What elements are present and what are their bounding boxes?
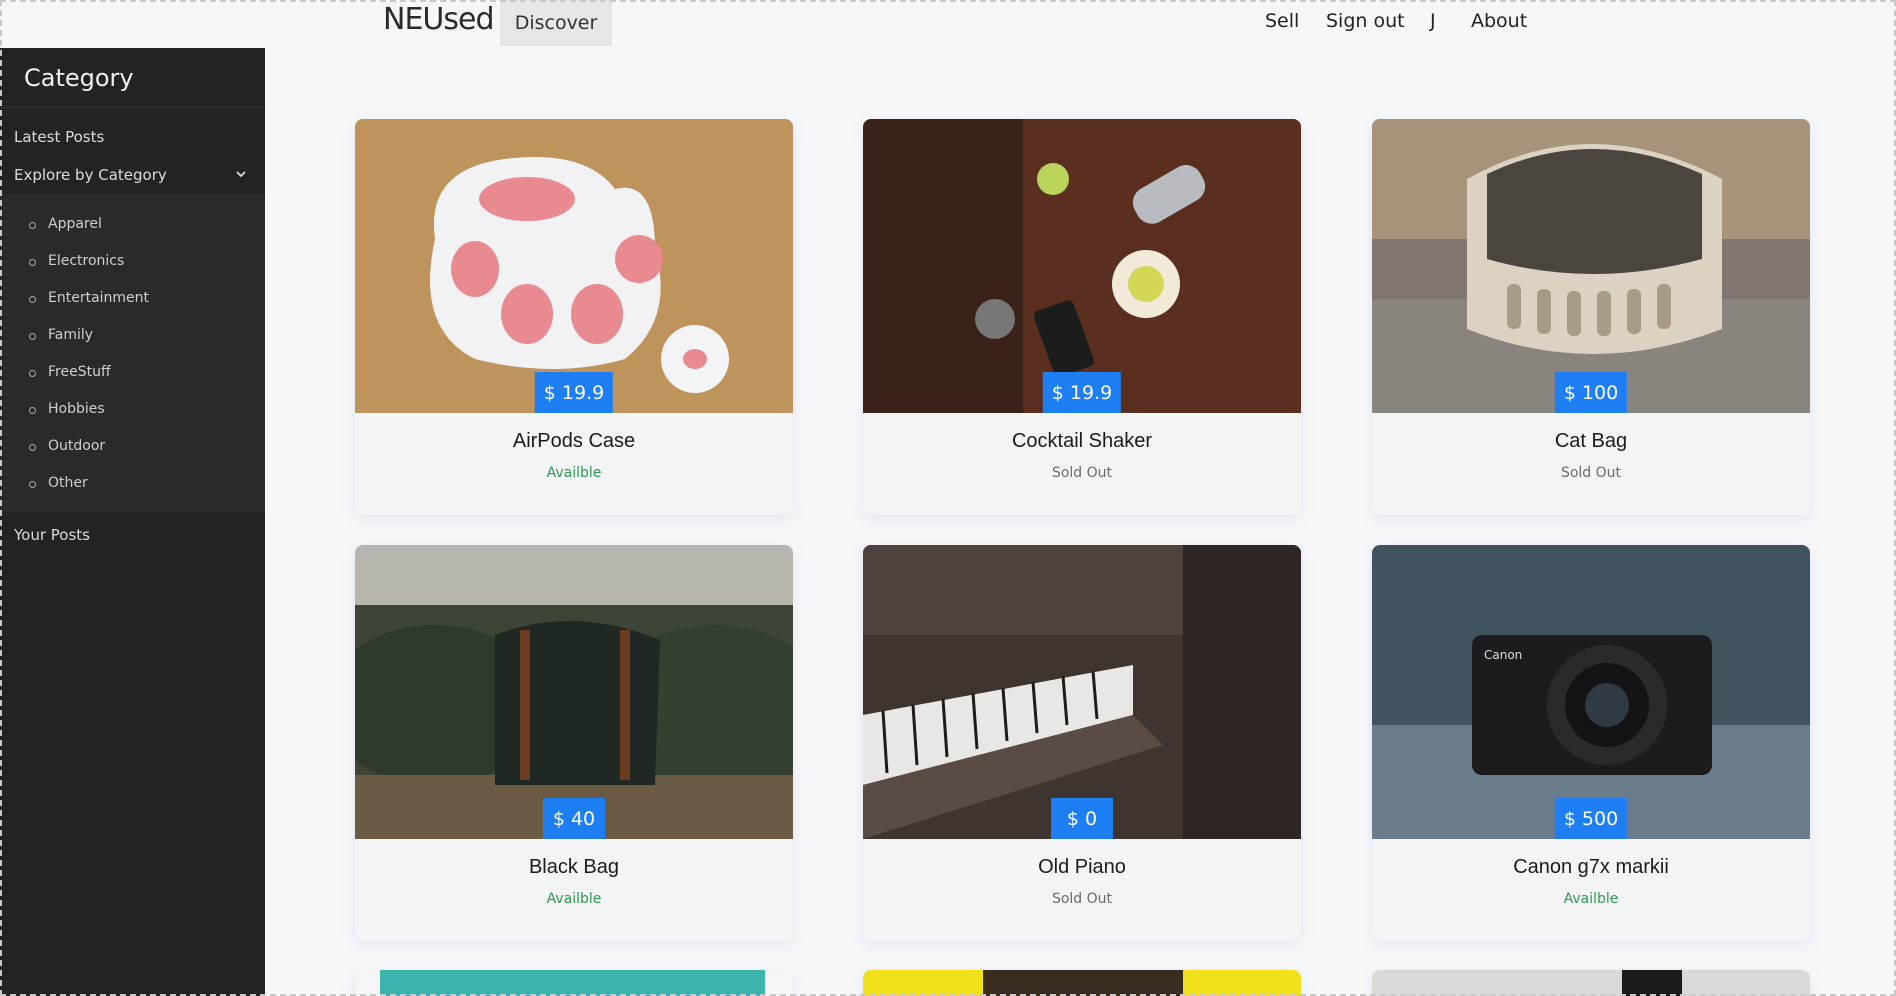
sidebar-item-latest-posts[interactable]: Latest Posts [0, 118, 265, 156]
sidebar-item-entertainment[interactable]: Entertainment [0, 280, 265, 317]
product-status: Availble [546, 465, 602, 481]
dollar-icon: $ [1066, 807, 1079, 830]
dollar-icon: $ [552, 807, 565, 830]
product-status: Sold Out [1051, 465, 1113, 481]
product-image[interactable] [355, 119, 793, 413]
product-title[interactable]: AirPods Case [355, 430, 793, 453]
price-value: 500 [1581, 807, 1619, 830]
top-navbar: NEUsed Discover Sell Sign out J About [0, 0, 1896, 48]
nav-user[interactable]: J [1430, 10, 1436, 36]
sidebar-item-explore[interactable]: Explore by Category [0, 156, 265, 194]
price-value: 40 [570, 807, 596, 830]
product-image[interactable]: Canon [1372, 545, 1810, 839]
sidebar-title: Category [0, 48, 265, 108]
category-sidebar: Category Latest Posts Explore by Categor… [0, 48, 265, 996]
dollar-icon: $ [1563, 381, 1576, 404]
price-badge: $ 19.9 [1042, 372, 1122, 413]
price-badge: $ 500 [1554, 798, 1628, 839]
product-status: Sold Out [1051, 891, 1113, 907]
sidebar-item-electronics[interactable]: Electronics [0, 243, 265, 280]
product-card[interactable]: $ 100 Cat Bag Sold Out [1372, 119, 1810, 515]
sidebar-item-your-posts[interactable]: Your Posts [0, 516, 265, 554]
product-status: Availble [546, 891, 602, 907]
nav-discover[interactable]: Discover [500, 0, 612, 46]
dollar-icon: $ [543, 381, 556, 404]
product-image[interactable] [355, 970, 793, 996]
product-title[interactable]: Cocktail Shaker [863, 430, 1301, 453]
product-card[interactable] [355, 970, 793, 996]
sidebar-item-family[interactable]: Family [0, 317, 265, 354]
price-badge: $ 19.9 [534, 372, 614, 413]
product-image[interactable] [1372, 119, 1810, 413]
category-list: Apparel Electronics Entertainment Family… [0, 194, 265, 512]
sidebar-item-other[interactable]: Other [0, 465, 265, 502]
product-image[interactable] [355, 545, 793, 839]
product-card[interactable]: Canon $ 500 Canon g7x markii Availble [1372, 545, 1810, 941]
price-badge: $ 100 [1554, 372, 1628, 413]
nav-sell[interactable]: Sell [1265, 10, 1299, 36]
product-image[interactable] [863, 970, 1301, 996]
product-title[interactable]: Cat Bag [1372, 430, 1810, 453]
sidebar-item-hobbies[interactable]: Hobbies [0, 391, 265, 428]
price-value: 0 [1085, 807, 1098, 830]
sidebar-item-apparel[interactable]: Apparel [0, 206, 265, 243]
price-value: 19.9 [1069, 381, 1113, 404]
product-card[interactable]: $ 40 Black Bag Availble [355, 545, 793, 941]
product-image[interactable] [863, 545, 1301, 839]
product-title[interactable]: Canon g7x markii [1372, 856, 1810, 879]
chevron-down-icon [235, 156, 247, 194]
product-status: Availble [1563, 891, 1619, 907]
price-value: 100 [1581, 381, 1619, 404]
nav-about[interactable]: About [1471, 10, 1527, 36]
sidebar-explore-label: Explore by Category [14, 166, 167, 184]
product-image[interactable] [863, 119, 1301, 413]
product-title[interactable]: Old Piano [863, 856, 1301, 879]
product-image[interactable] [1372, 970, 1810, 996]
product-title[interactable]: Black Bag [355, 856, 793, 879]
product-card[interactable]: $ 0 Old Piano Sold Out [863, 545, 1301, 941]
nav-sign-out[interactable]: Sign out [1326, 10, 1405, 36]
product-card[interactable]: $ 19.9 AirPods Case Availble [355, 119, 793, 515]
price-value: 19.9 [561, 381, 605, 404]
sidebar-item-outdoor[interactable]: Outdoor [0, 428, 265, 465]
product-card[interactable] [863, 970, 1301, 996]
price-badge: $ 0 [1051, 798, 1113, 839]
brand-logo[interactable]: NEUsed [383, 2, 494, 37]
product-card[interactable] [1372, 970, 1810, 996]
product-status: Sold Out [1560, 465, 1622, 481]
dollar-icon: $ [1051, 381, 1064, 404]
sidebar-item-freestuff[interactable]: FreeStuff [0, 354, 265, 391]
svg-text:Canon: Canon [1484, 648, 1522, 662]
dollar-icon: $ [1563, 807, 1576, 830]
product-card[interactable]: $ 19.9 Cocktail Shaker Sold Out [863, 119, 1301, 515]
price-badge: $ 40 [543, 798, 605, 839]
